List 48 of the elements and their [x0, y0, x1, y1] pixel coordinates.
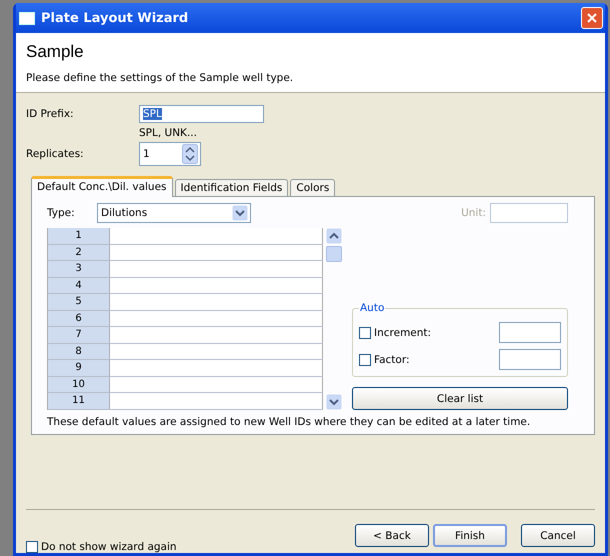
page-title: Sample — [26, 42, 85, 62]
checkbox[interactable] — [359, 326, 371, 338]
replicates-spinner[interactable]: 1 — [139, 142, 201, 166]
close-button[interactable] — [581, 7, 603, 29]
option-label: Increment: — [374, 326, 432, 338]
row-header: 10 — [48, 376, 110, 392]
hint-text: SPL, UNK... — [139, 127, 198, 141]
field-label: Replicates: — [26, 148, 85, 160]
row-header: 6 — [48, 310, 110, 326]
tab[interactable]: Default Conc.\Dil. values — [31, 176, 173, 197]
window-title: Plate Layout Wizard — [41, 10, 190, 26]
checkbox-label: Do not show wizard again — [41, 541, 177, 553]
row-header: 5 — [48, 294, 110, 310]
spinner-arrows-icon — [182, 144, 198, 164]
type-label: Type: — [47, 207, 76, 219]
row-header: 7 — [48, 327, 110, 342]
tab[interactable]: Colors — [290, 179, 336, 196]
group-title: Auto — [359, 302, 386, 314]
wizard-button[interactable]: < Back — [355, 524, 429, 547]
checkbox[interactable] — [359, 354, 371, 366]
window-icon — [19, 12, 35, 24]
row-header: 9 — [48, 360, 110, 376]
unit-field[interactable] — [490, 203, 568, 223]
field-label: ID Prefix: — [26, 108, 75, 120]
wizard-button[interactable]: Cancel — [521, 524, 595, 547]
row-header: 8 — [48, 344, 110, 359]
row-header: 1 — [48, 228, 110, 244]
close-icon — [587, 13, 597, 23]
checkbox[interactable] — [26, 541, 38, 553]
scroll-down-icon[interactable] — [326, 394, 342, 410]
id-prefix-field[interactable]: SPL — [139, 105, 264, 123]
row-header: 4 — [48, 278, 110, 293]
row-header: 3 — [48, 261, 110, 276]
scroll-thumb[interactable] — [326, 246, 342, 262]
wizard-button[interactable]: Finish — [433, 524, 507, 547]
tab[interactable]: Identification Fields — [174, 179, 288, 196]
option-label: Factor: — [374, 354, 410, 366]
value-field[interactable] — [499, 322, 561, 343]
value-field[interactable] — [499, 349, 561, 370]
page-description: Please define the settings of the Sample well type. — [26, 72, 294, 84]
clear-list-button[interactable]: Clear list — [352, 387, 568, 410]
row-header: 11 — [48, 393, 110, 408]
type-dropdown[interactable]: Dilutions — [97, 203, 251, 223]
row-header: 2 — [48, 244, 110, 260]
unit-label: Unit: — [461, 207, 486, 219]
scroll-up-icon[interactable] — [326, 228, 342, 244]
note-text: These default values are assigned to new Well IDs where they can be edited at a later time. — [47, 416, 532, 428]
scrollbar[interactable] — [323, 228, 342, 410]
